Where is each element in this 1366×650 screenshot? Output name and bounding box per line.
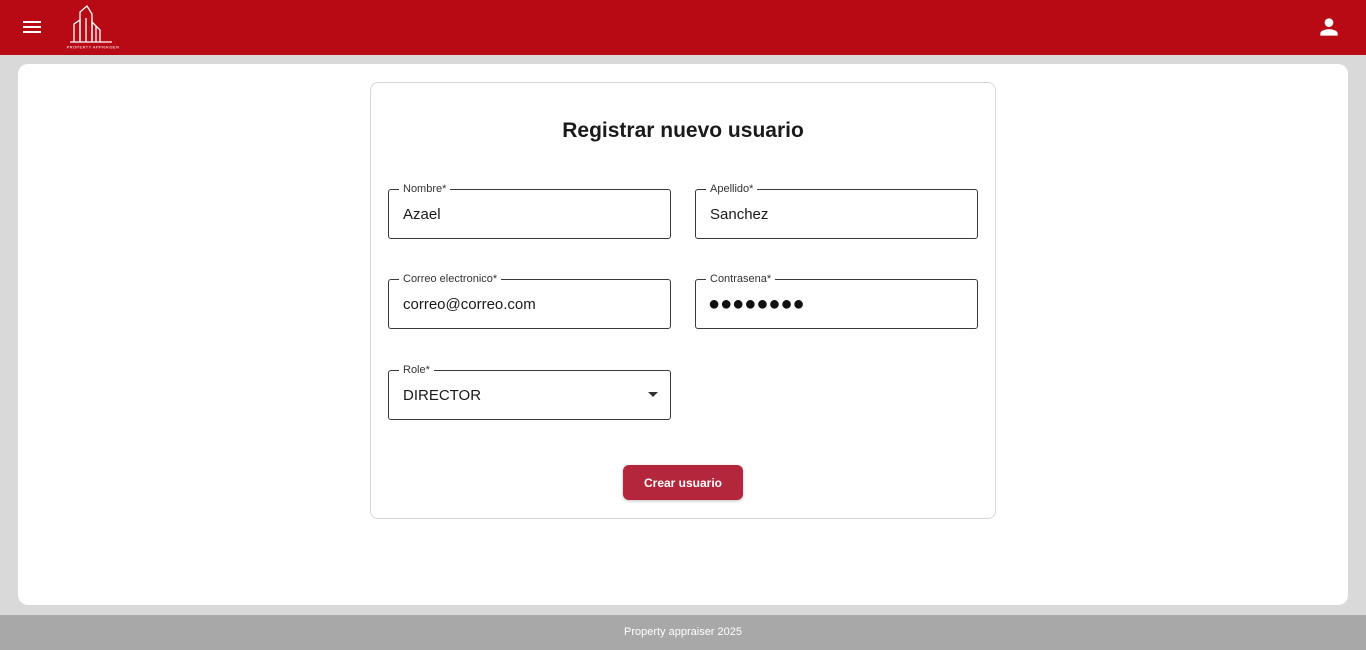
- email-label: Correo electronico*: [399, 273, 502, 286]
- role-value[interactable]: DIRECTOR: [403, 387, 481, 404]
- apellido-field[interactable]: Apellido* Sanchez: [695, 183, 978, 239]
- svg-text:PROPERTY APPRAISER: PROPERTY APPRAISER: [67, 45, 120, 50]
- footer-text: Property appraiser 2025: [623, 626, 742, 638]
- password-label: Contrasena*: [706, 273, 776, 286]
- email-field[interactable]: Correo electronico* correo@correo.com: [388, 273, 671, 329]
- crear-usuario-button[interactable]: Crear usuario: [623, 465, 743, 500]
- footer: Property appraiser 2025: [0, 615, 1366, 650]
- dropdown-arrow-icon[interactable]: [648, 392, 658, 397]
- apellido-label: Apellido*: [706, 183, 758, 196]
- menu-icon[interactable]: [20, 15, 44, 39]
- property-appraiser-logo[interactable]: PROPERTY APPRAISER: [66, 2, 120, 50]
- email-value[interactable]: correo@correo.com: [403, 296, 536, 313]
- apellido-value[interactable]: Sanchez: [710, 206, 768, 223]
- nombre-value[interactable]: Azael: [403, 206, 441, 223]
- top-app-bar: PROPERTY APPRAISER: [0, 0, 1366, 55]
- role-label: Role*: [399, 364, 434, 377]
- account-person-icon[interactable]: [1316, 14, 1342, 40]
- role-select[interactable]: Role* DIRECTOR: [388, 364, 671, 420]
- password-field[interactable]: Contrasena* ●●●●●●●●: [695, 273, 978, 329]
- register-user-form: Registrar nuevo usuario Nombre* Azael Ap…: [370, 82, 996, 519]
- nombre-field[interactable]: Nombre* Azael: [388, 183, 671, 239]
- password-value[interactable]: ●●●●●●●●: [708, 293, 805, 316]
- nombre-label: Nombre*: [399, 183, 451, 196]
- form-title: Registrar nuevo usuario: [562, 119, 804, 142]
